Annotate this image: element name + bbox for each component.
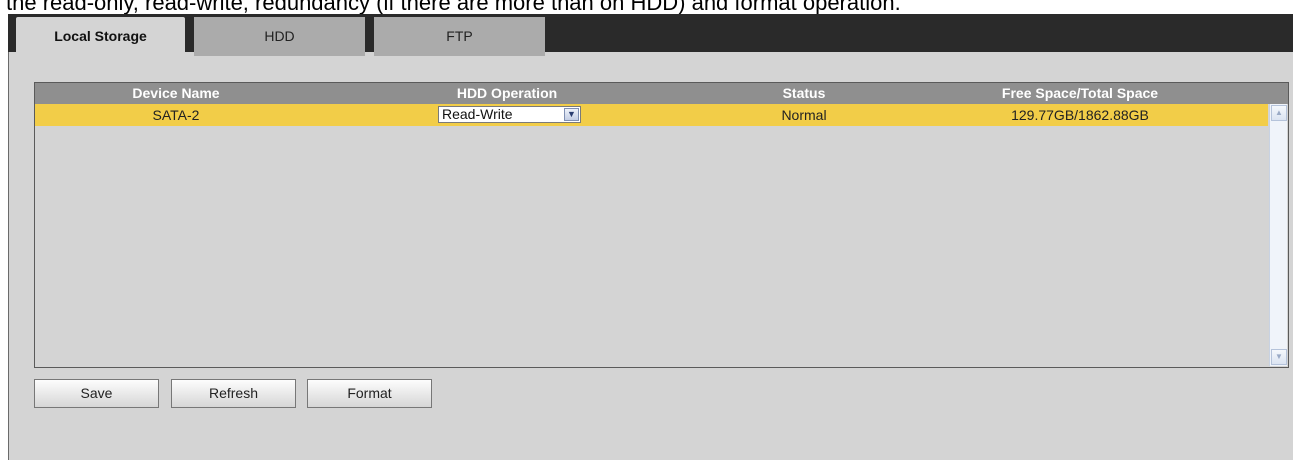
tab-local-storage[interactable]: Local Storage [16,17,185,56]
column-header-status: Status [782,85,826,101]
vertical-scrollbar[interactable]: ▲ ▼ [1269,104,1287,366]
cell-status: Normal [781,107,827,123]
cell-space: 129.77GB/1862.88GB [1011,107,1149,123]
table-row[interactable]: SATA-2 Read-Write ▼ Normal 129.77GB/1862… [35,104,1268,126]
tab-hdd[interactable]: HDD [194,17,365,56]
hdd-operation-select[interactable]: Read-Write ▼ [438,106,581,123]
local-storage-panel: Local Storage HDD FTP Device Name HDD Op… [8,14,1293,460]
column-header-hdd-operation: HDD Operation [456,85,558,101]
scroll-down-icon[interactable]: ▼ [1271,349,1287,365]
save-button[interactable]: Save [34,379,159,408]
hdd-operation-value: Read-Write [442,106,513,122]
tab-bar: Local Storage HDD FTP [8,14,1293,56]
format-button[interactable]: Format [307,379,432,408]
panel-border [8,52,9,460]
refresh-button[interactable]: Refresh [171,379,296,408]
column-header-device-name: Device Name [132,85,220,101]
table-header: Device Name HDD Operation Status Free Sp… [35,83,1288,104]
hdd-table: Device Name HDD Operation Status Free Sp… [34,82,1289,368]
column-header-free-total-space: Free Space/Total Space [1001,85,1159,101]
scroll-up-icon[interactable]: ▲ [1271,105,1287,121]
tab-ftp[interactable]: FTP [374,17,545,56]
cell-device-name: SATA-2 [152,107,200,123]
chevron-down-icon[interactable]: ▼ [564,108,579,121]
